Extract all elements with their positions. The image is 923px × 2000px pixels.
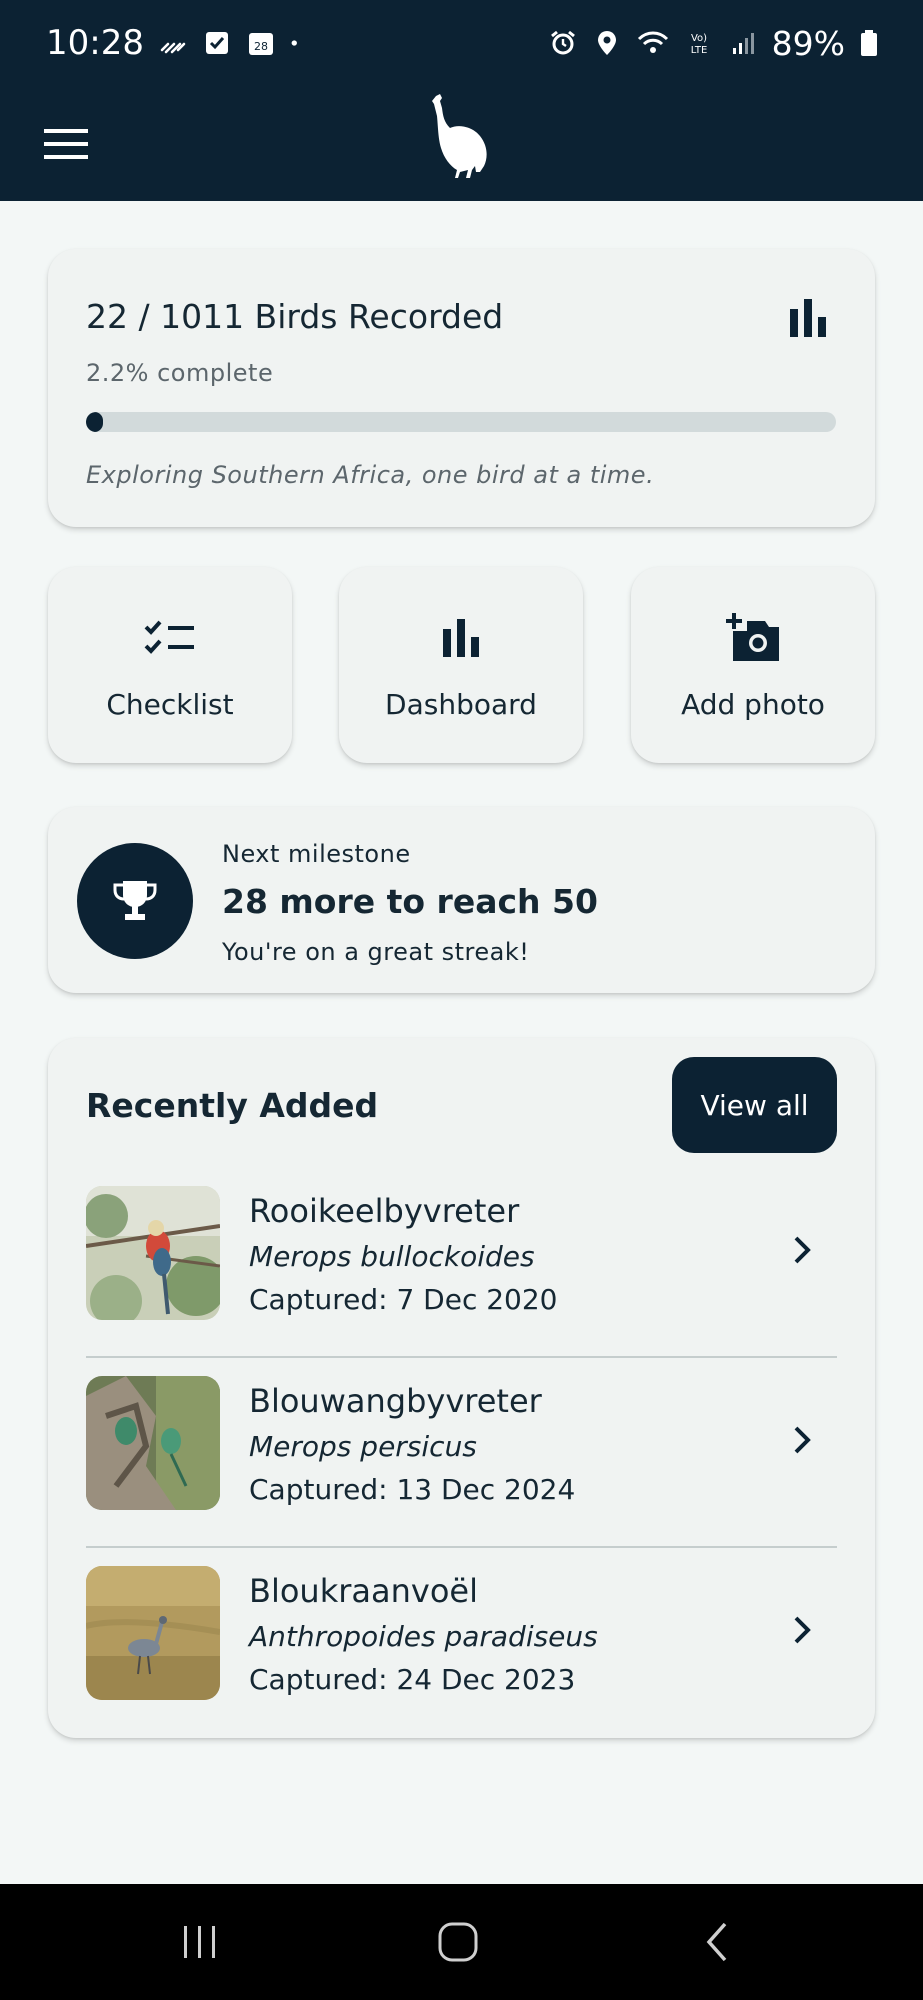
bird-list-item[interactable]: Rooikeelbyvreter Merops bullockoides Cap… [86, 1168, 837, 1358]
back-button[interactable] [687, 1912, 747, 1972]
chevron-right-icon [794, 1426, 811, 1454]
status-bar: 10:28 28 Vo) LTE 89% [0, 0, 923, 86]
bird-photo-thumbnail [86, 1566, 220, 1700]
progress-title: 22 / 1011 Birds Recorded [86, 297, 504, 336]
trophy-badge [77, 843, 193, 959]
recent-apps-button[interactable] [170, 1912, 230, 1972]
recently-added-card: Recently Added View all Rooikeelbyvreter… [48, 1038, 875, 1738]
add-photo-label: Add photo [681, 688, 825, 721]
milestone-card: Next milestone 28 more to reach 50 You'r… [48, 807, 875, 993]
checkbox-icon [205, 32, 228, 54]
bird-common-name: Bloukraanvoël [249, 1572, 478, 1610]
add-photo-button[interactable]: Add photo [631, 567, 875, 763]
alarm-icon [550, 30, 575, 55]
bird-photo-thumbnail [86, 1376, 220, 1510]
bird-captured-date: Captured: 13 Dec 2024 [249, 1473, 576, 1506]
trophy-icon [113, 881, 157, 920]
progress-bar [86, 412, 836, 432]
milestone-label: Next milestone [222, 840, 411, 868]
app-bar [0, 86, 923, 201]
chevron-right-icon [794, 1236, 811, 1264]
guineafowl-logo-icon [432, 94, 487, 178]
back-icon [706, 1922, 727, 1962]
wifi-calling-icon [160, 42, 186, 54]
battery-icon [861, 30, 877, 56]
dashboard-button[interactable]: Dashboard [339, 567, 583, 763]
bird-captured-date: Captured: 24 Dec 2023 [249, 1663, 576, 1696]
bird-list-item[interactable]: Blouwangbyvreter Merops persicus Capture… [86, 1358, 837, 1548]
volte-icon: Vo) LTE [690, 33, 707, 56]
progress-card[interactable]: 22 / 1011 Birds Recorded 2.2% complete E… [48, 249, 875, 527]
wifi-icon [637, 31, 668, 53]
menu-button[interactable] [36, 116, 96, 172]
status-right: Vo) LTE 89% [548, 24, 879, 63]
checklist-icon [144, 620, 194, 654]
location-icon [597, 31, 616, 55]
recently-added-title: Recently Added [86, 1086, 379, 1125]
bird-captured-date: Captured: 7 Dec 2020 [249, 1283, 558, 1316]
progress-percent: 2.2% complete [86, 359, 274, 387]
recent-apps-icon [184, 1926, 215, 1958]
bird-scientific-name: Merops bullockoides [249, 1240, 535, 1273]
milestone-subtitle: You're on a great streak! [222, 938, 530, 966]
checklist-label: Checklist [106, 688, 234, 721]
bird-scientific-name: Anthropoides paradiseus [249, 1620, 598, 1653]
bird-scientific-name: Merops persicus [249, 1430, 477, 1463]
calendar-icon: 28 [248, 33, 273, 55]
home-icon [438, 1922, 478, 1962]
signal-icon [732, 33, 754, 54]
bird-list-item[interactable]: Bloukraanvoël Anthropoides paradiseus Ca… [86, 1548, 837, 1738]
bird-photo-thumbnail [86, 1186, 220, 1320]
svg-text:Vo): Vo) [691, 33, 707, 44]
hamburger-menu-icon [44, 129, 88, 159]
notification-dot-icon [291, 40, 297, 46]
checklist-button[interactable]: Checklist [48, 567, 292, 763]
bar-chart-icon [443, 619, 479, 657]
dashboard-label: Dashboard [385, 688, 537, 721]
svg-text:LTE: LTE [690, 45, 707, 56]
system-nav-bar [0, 1884, 923, 2000]
home-button[interactable] [428, 1912, 488, 1972]
bird-common-name: Rooikeelbyvreter [249, 1192, 520, 1230]
status-left: 10:28 28 [46, 23, 306, 63]
bar-chart-icon[interactable] [786, 297, 830, 341]
status-time: 10:28 [46, 23, 144, 63]
chevron-right-icon [794, 1616, 811, 1644]
progress-tagline: Exploring Southern Africa, one bird at a… [86, 461, 655, 489]
add-photo-icon [726, 613, 779, 661]
battery-percent: 89% [771, 23, 845, 63]
svg-text:28: 28 [254, 40, 268, 53]
milestone-title: 28 more to reach 50 [222, 882, 598, 921]
view-all-button[interactable]: View all [672, 1057, 837, 1153]
bird-common-name: Blouwangbyvreter [249, 1382, 542, 1420]
progress-bar-fill [86, 412, 103, 432]
